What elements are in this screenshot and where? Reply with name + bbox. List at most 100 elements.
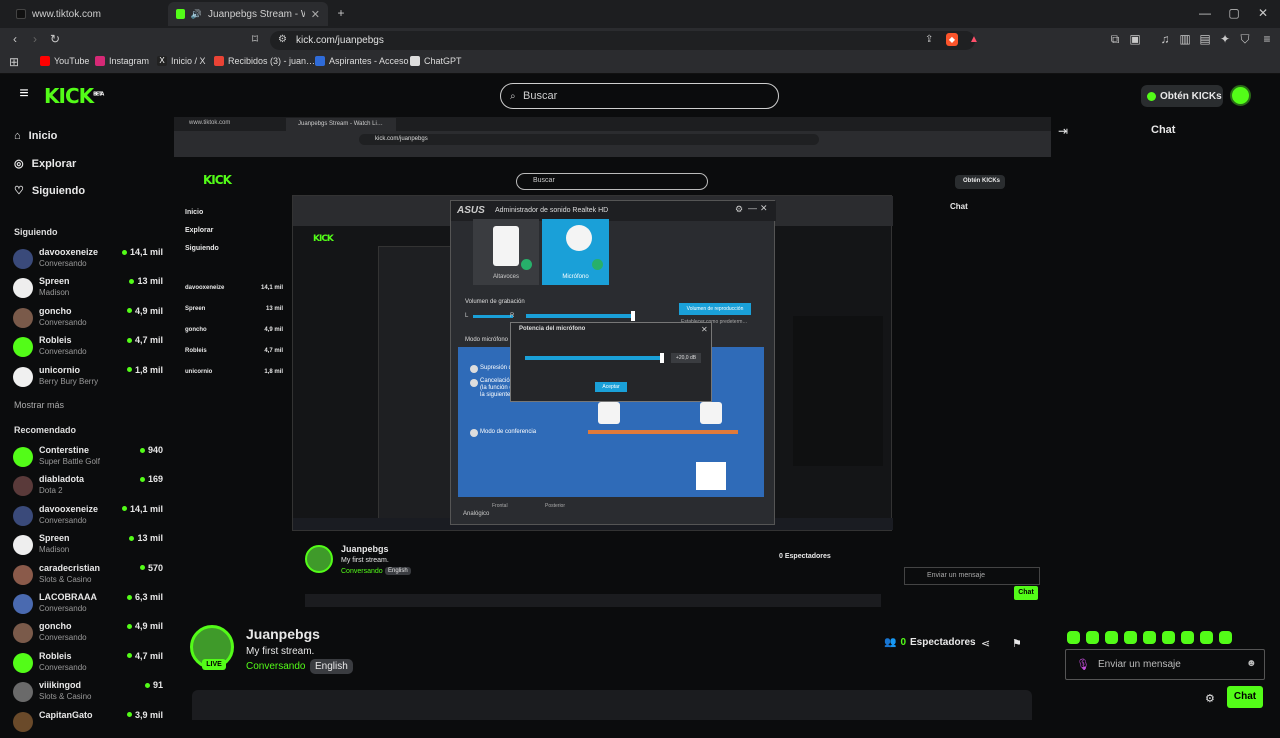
tab-tiktok[interactable]: www.tiktok.com [8, 2, 168, 26]
share-stream-icon[interactable]: ⋖ [981, 637, 990, 650]
emoji-icon[interactable]: ☻ [1246, 658, 1257, 669]
emote-icon[interactable] [1124, 631, 1137, 644]
collapse-chat-icon[interactable]: ⇥ [1058, 124, 1068, 138]
chat-input[interactable]: 🎙 Enviar un mensaje ☻ [1065, 649, 1265, 680]
bookmark-chatgpt[interactable]: ChatGPT [410, 56, 462, 66]
chat-settings-icon[interactable]: ⚙ [1205, 692, 1215, 705]
sidebar-channel[interactable]: davooxeneize Conversando 14,1 mil [13, 504, 163, 532]
tab-kick-stream[interactable]: 🔊 Juanpebgs Stream - Watch Li… ✕ [168, 2, 328, 26]
report-icon[interactable]: ⚑ [1012, 637, 1022, 650]
microphone-tab[interactable]: Micrófono [542, 219, 609, 285]
sidebar-channel[interactable]: Spreen Madison 13 mil [13, 276, 163, 304]
playback-volume-button[interactable]: Volumen de reproducción [679, 303, 751, 315]
sidebar-channel[interactable]: caradecristian Slots & Casino 570 [13, 563, 163, 591]
sidebar-channel[interactable]: CapitanGato 3,9 mil [13, 710, 163, 738]
sidebar-channel[interactable]: davooxeneize Conversando 14,1 mil [13, 247, 163, 275]
bookmark-aspirantes[interactable]: Aspirantes - Acceso [315, 56, 409, 66]
channel-viewers: 14,1 mil [121, 247, 163, 257]
emote-icon[interactable] [1200, 631, 1213, 644]
minimize-icon[interactable]: — [1198, 6, 1212, 20]
emote-icon[interactable] [1162, 631, 1175, 644]
bookmark-gmail[interactable]: Recibidos (3) - juan… [214, 56, 315, 66]
channel-name[interactable]: Juanpebgs [246, 626, 320, 642]
user-avatar[interactable] [1230, 85, 1251, 106]
sidebar-channel[interactable]: goncho Conversando 4,9 mil [13, 306, 163, 334]
sidebar-channel[interactable]: Conterstine Super Battle Golf 940 [13, 445, 163, 473]
sidebar-nav-explorar[interactable]: ◎ Explorar [14, 157, 76, 171]
sidebar-channel[interactable]: goncho Conversando 4,9 mil [13, 621, 163, 649]
balance-slider[interactable] [473, 315, 513, 318]
live-dot-icon [126, 653, 132, 659]
kick-logo[interactable]: KICKBETA [44, 84, 104, 108]
nested-streamer-avatar [305, 545, 333, 573]
emote-icon[interactable] [1105, 631, 1118, 644]
vpn-icon[interactable]: ⛉ [1238, 32, 1252, 46]
realtek-minimize-icon[interactable]: — [748, 203, 757, 213]
rec-volume-slider[interactable] [526, 314, 634, 318]
mic-boost-slider[interactable] [525, 356, 662, 360]
mic-boost-close-icon[interactable]: ✕ [701, 325, 708, 334]
emote-icon[interactable] [1067, 631, 1080, 644]
reload-icon[interactable]: ↻ [48, 32, 62, 46]
back-icon[interactable]: ‹ [8, 32, 22, 46]
search-input[interactable]: ⌕ Buscar [500, 83, 779, 109]
radio-conference[interactable] [470, 429, 478, 437]
stream-category[interactable]: Conversando [246, 661, 305, 672]
media-icon[interactable]: ♫ [1158, 32, 1172, 46]
speakers-tab[interactable]: Altavoces [473, 219, 539, 285]
kicks-icon [1147, 91, 1156, 101]
hamburger-menu-icon[interactable]: ≡ [15, 86, 33, 102]
ok-button[interactable]: Aceptar [595, 382, 627, 392]
sidebar-nav-inicio[interactable]: ⌂ Inicio [14, 130, 57, 142]
screenshot-icon[interactable]: ▣ [1128, 32, 1142, 46]
site-info-icon[interactable]: ⚙ [278, 33, 287, 47]
ai-icon[interactable]: ✦ [1218, 32, 1232, 46]
forward-icon[interactable]: › [28, 32, 42, 46]
apps-grid-icon[interactable]: ⊞ [8, 55, 20, 69]
close-tab-icon[interactable]: ✕ [311, 8, 320, 21]
emote-icon[interactable] [1181, 631, 1194, 644]
viewer-count-text: 4,9 mil [134, 305, 163, 316]
sidebar-channel[interactable]: viiikingod Slots & Casino 91 [13, 680, 163, 708]
emote-icon[interactable] [1143, 631, 1156, 644]
bookmark-instagram[interactable]: Instagram [95, 56, 149, 66]
menu-icon[interactable]: ≡ [1260, 32, 1274, 46]
emote-icon[interactable] [1086, 631, 1099, 644]
sidebar-channel[interactable]: Robleis Conversando 4,7 mil [13, 335, 163, 363]
brave-rewards-icon[interactable]: ▲ [969, 33, 979, 47]
sidebar-nav-siguiendo[interactable]: ♡ Siguiendo [14, 184, 85, 198]
nested-sidebar: Inicio Explorar Siguiendo davooxeneize 14,1 … [183, 205, 287, 605]
wallet-icon[interactable]: ▤ [1198, 32, 1212, 46]
send-chat-button[interactable]: Chat [1227, 686, 1263, 708]
window-close-icon[interactable]: ✕ [1256, 6, 1270, 20]
bookmark-x[interactable]: X Inicio / X [157, 56, 206, 66]
realtek-settings-icon[interactable]: ⚙ [735, 204, 743, 215]
new-tab-icon[interactable]: + [334, 6, 348, 20]
extensions-icon[interactable]: ⧉ [1108, 32, 1122, 46]
bookmark-youtube[interactable]: YouTube [40, 56, 89, 66]
sidebar-channel[interactable]: Spreen Madison 13 mil [13, 533, 163, 561]
check-icon [521, 259, 532, 270]
microphone-icon[interactable]: 🎙 [1076, 658, 1090, 671]
sidebar-channel[interactable]: unicornio Berry Bury Berry 1,8 mil [13, 365, 163, 393]
mic-boost-thumb[interactable] [660, 353, 664, 363]
nested-tab-label: Juanpebgs Stream - Watch Li… [286, 118, 396, 131]
url-field[interactable]: ⚙ kick.com/juanpebgs ⇪ ◆ ▲ [270, 31, 979, 50]
language-tag[interactable]: English [310, 659, 353, 674]
emote-icon[interactable] [1219, 631, 1232, 644]
bookmark-icon[interactable]: ⌑ [248, 32, 262, 46]
sidebar-channel[interactable]: diabladota Dota 2 169 [13, 474, 163, 502]
realtek-close-icon[interactable]: ✕ [760, 203, 768, 214]
analog-label: Analógico [463, 511, 490, 517]
radio-cancel[interactable] [470, 379, 478, 387]
radio-suppress[interactable] [470, 365, 478, 373]
maximize-icon[interactable]: ▢ [1227, 6, 1241, 20]
sidebar-channel[interactable]: Robleis Conversando 4,7 mil [13, 651, 163, 679]
get-kicks-button[interactable]: Obtén KICKs [1141, 85, 1223, 107]
brave-shield-icon[interactable]: ◆ [946, 33, 958, 46]
share-icon[interactable]: ⇪ [925, 33, 933, 47]
sidebar-icon[interactable]: ▥ [1178, 32, 1192, 46]
sidebar-channel[interactable]: LACOBRAAA Conversando 6,3 mil [13, 592, 163, 620]
rec-volume-thumb[interactable] [631, 311, 635, 321]
show-more-link[interactable]: Mostrar más [14, 400, 64, 410]
